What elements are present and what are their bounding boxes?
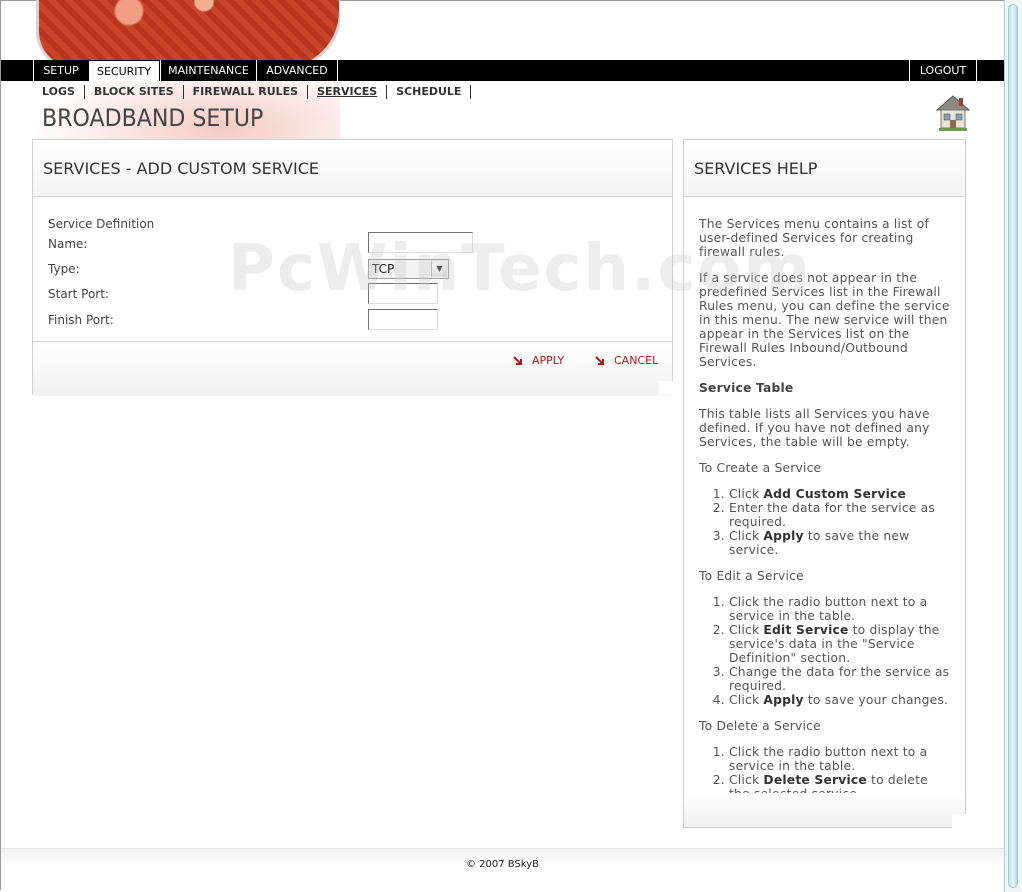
apply-label: APPLY xyxy=(532,354,565,367)
help-heading-edit: To Edit a Service xyxy=(699,569,804,583)
list-item: Click Edit Service to display the servic… xyxy=(729,623,950,665)
panel-corner xyxy=(952,814,966,828)
logout-button[interactable]: LOGOUT xyxy=(909,60,977,81)
help-heading-delete: To Delete a Service xyxy=(699,719,821,733)
service-definition-label: Service Definition xyxy=(48,217,155,231)
help-table-text: This table lists all Services you have d… xyxy=(699,407,930,449)
type-label: Type: xyxy=(48,262,80,276)
arrow-down-right-icon xyxy=(594,355,606,367)
cancel-label: CANCEL xyxy=(614,354,659,367)
arrow-down-right-icon xyxy=(512,355,524,367)
help-paragraph: If a service does not appear in the pred… xyxy=(699,271,950,369)
list-item: Enter the data for the service as requir… xyxy=(729,501,950,529)
chevron-down-icon[interactable]: ▼ xyxy=(431,261,447,277)
services-help-panel: SERVICES HELP The Services menu contains… xyxy=(683,139,966,828)
help-content: The Services menu contains a list of use… xyxy=(684,197,965,801)
copyright: © 2007 BSkyB xyxy=(465,859,540,870)
list-item: Change the data for the service as requi… xyxy=(729,665,950,693)
list-item: Click the radio button next to a service… xyxy=(729,745,950,773)
finish-port-label: Finish Port: xyxy=(48,313,114,327)
help-panel-footer xyxy=(684,793,965,827)
panel-actions: APPLY CANCEL xyxy=(33,341,672,396)
subnav-logs[interactable]: LOGS xyxy=(34,85,85,99)
subnav-services[interactable]: SERVICES xyxy=(308,85,388,99)
help-heading-service-table: Service Table xyxy=(699,381,794,395)
help-intro: The Services menu contains a list of use… xyxy=(699,217,930,259)
panel-title: SERVICES - ADD CUSTOM SERVICE xyxy=(33,140,672,197)
cancel-button[interactable]: CANCEL xyxy=(594,354,658,367)
name-input[interactable] xyxy=(368,232,473,253)
type-select[interactable]: TCP ▼ xyxy=(368,259,449,279)
subnav-schedule[interactable]: SCHEDULE xyxy=(387,85,472,99)
subnav-firewall-rules[interactable]: FIREWALL RULES xyxy=(184,85,309,99)
create-steps: Click Add Custom Service Enter the data … xyxy=(699,487,950,557)
tab-setup[interactable]: SETUP xyxy=(33,60,89,81)
tab-maintenance[interactable]: MAINTENANCE xyxy=(160,60,257,81)
edit-steps: Click the radio button next to a service… xyxy=(699,595,950,707)
add-custom-service-panel: SERVICES - ADD CUSTOM SERVICE Service De… xyxy=(32,139,673,396)
name-label: Name: xyxy=(48,237,88,251)
list-item: Click the radio button next to a service… xyxy=(729,595,950,623)
main-nav-bar: SETUP SECURITY MAINTENANCE ADVANCED LOGO… xyxy=(1,60,1004,81)
vertical-scrollbar[interactable] xyxy=(1004,0,1022,892)
finish-port-input[interactable] xyxy=(368,309,438,330)
page-footer: © 2007 BSkyB xyxy=(1,848,1004,891)
list-item: Click Apply to save your changes. xyxy=(729,693,950,707)
list-item: Click Add Custom Service xyxy=(729,487,950,501)
help-title: SERVICES HELP xyxy=(684,140,965,197)
home-icon[interactable] xyxy=(935,92,971,132)
help-heading-create: To Create a Service xyxy=(699,461,822,475)
tab-security[interactable]: SECURITY xyxy=(88,60,160,81)
tab-advanced[interactable]: ADVANCED xyxy=(256,60,338,81)
service-definition-form: Service Definition Name: Type: TCP ▼ Sta… xyxy=(33,197,672,341)
type-select-value: TCP xyxy=(372,262,395,276)
security-subnav: LOGS BLOCK SITES FIREWALL RULES SERVICES… xyxy=(34,84,472,100)
start-port-label: Start Port: xyxy=(48,287,109,301)
list-item: Click Apply to save the new service. xyxy=(729,529,950,557)
page-title: BROADBAND SETUP xyxy=(42,104,264,132)
panel-corner xyxy=(659,381,673,395)
start-port-input[interactable] xyxy=(368,283,438,304)
scrollbar-thumb[interactable] xyxy=(1008,4,1018,888)
apply-button[interactable]: APPLY xyxy=(512,354,564,367)
subnav-block-sites[interactable]: BLOCK SITES xyxy=(85,85,184,99)
